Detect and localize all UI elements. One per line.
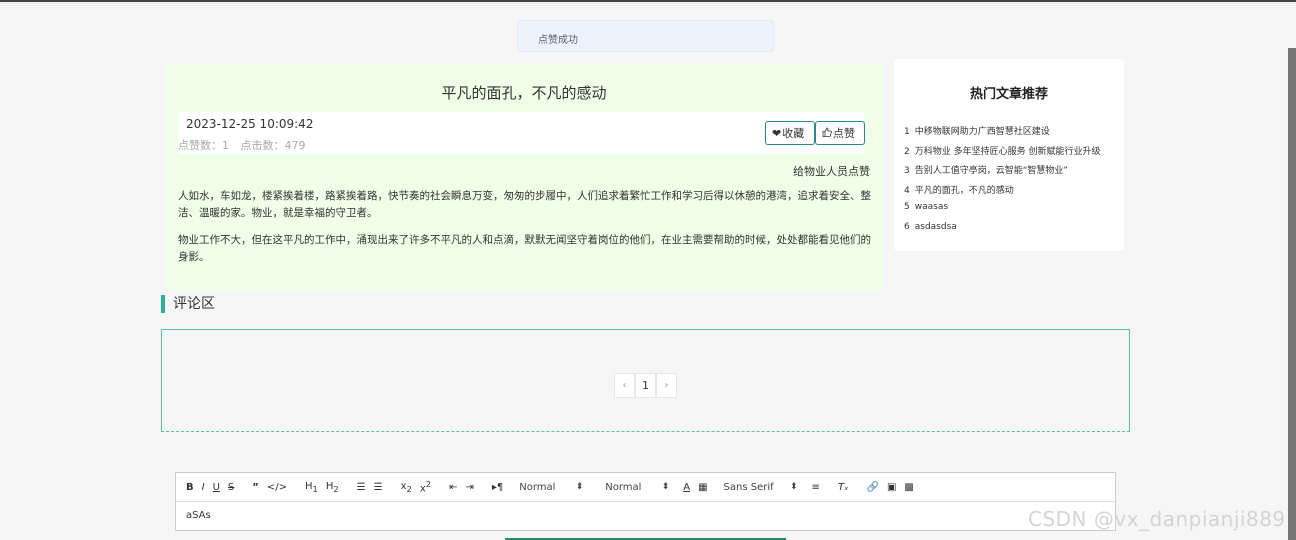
like-count: 点赞数：1: [178, 139, 229, 152]
prev-page-button[interactable]: ‹: [614, 373, 635, 398]
size-select[interactable]: Normal: [605, 482, 675, 493]
article-counts: 点赞数：1 点击数：479: [178, 137, 314, 153]
hot-article-item[interactable]: 2 万科物业 多年坚持匠心服务 创新赋能行业升级: [904, 144, 1100, 164]
favorite-label: 收藏: [782, 127, 805, 140]
superscript-button[interactable]: x2: [420, 479, 431, 494]
hot-article-item[interactable]: 5 waasas: [904, 202, 1100, 222]
font-color-icon[interactable]: A: [683, 482, 690, 493]
article-panel: 平凡的面孔，不凡的感动 2023-12-25 10:09:42 点赞数：1 点击…: [166, 64, 882, 290]
header2-button[interactable]: H2: [326, 481, 339, 494]
hot-articles-title: 热门文章推荐: [969, 87, 1048, 102]
font-select[interactable]: Sans Serif: [724, 482, 804, 493]
article-paragraph: 人如水，车如龙，楼紧挨着楼，路紧挨着路，快节奏的社会瞬息万变，匆匆的步履中，人们…: [178, 190, 871, 219]
subscript-button[interactable]: x2: [401, 481, 412, 494]
underline-button[interactable]: U: [213, 482, 220, 493]
next-page-button[interactable]: ›: [656, 373, 677, 398]
code-block-button[interactable]: </>: [267, 482, 287, 493]
editor-toolbar: B I U S ” </> H1 H2 ☰ ☰ x2 x2 ⇤ ⇥ ▸¶ Nor…: [176, 473, 1115, 502]
header-select[interactable]: Normal: [519, 482, 589, 493]
author-note: 给物业人员点赞: [793, 165, 870, 178]
italic-button[interactable]: I: [202, 482, 205, 493]
text-direction-icon[interactable]: ▸¶: [492, 482, 503, 493]
scrollbar[interactable]: [1288, 48, 1296, 540]
comment-list: ‹ 1 ›: [161, 329, 1130, 432]
ordered-list-icon[interactable]: ☰: [357, 482, 366, 493]
pagination: ‹ 1 ›: [614, 373, 677, 398]
click-count: 点击数：479: [240, 139, 306, 152]
clear-format-icon[interactable]: Tₓ: [838, 482, 849, 493]
blockquote-button[interactable]: ”: [252, 482, 259, 493]
hot-article-item[interactable]: 1 中移物联网助力广西智慧社区建设: [904, 124, 1100, 144]
header1-button[interactable]: H1: [305, 481, 318, 494]
article-date: 2023-12-25 10:09:42: [186, 117, 314, 131]
hot-article-item[interactable]: 6 asdasdsa: [904, 222, 1100, 242]
comment-editor: B I U S ” </> H1 H2 ☰ ☰ x2 x2 ⇤ ⇥ ▸¶ Nor…: [175, 472, 1116, 531]
article-meta-bar: 2023-12-25 10:09:42 点赞数：1 点击数：479 ❤ 收藏 点…: [178, 112, 865, 154]
thumbs-up-icon: [822, 127, 832, 140]
article-paragraph: 物业工作不大，但在这平凡的工作中，涌现出来了许多不平凡的人和点滴，默默无闻坚守着…: [178, 234, 871, 263]
align-icon[interactable]: ≡: [812, 482, 820, 493]
outdent-icon[interactable]: ⇤: [449, 482, 457, 493]
page-number-button[interactable]: 1: [635, 373, 656, 398]
hot-article-item[interactable]: 3 告别人工值守亭岗，云智能“智慧物业”: [904, 163, 1100, 183]
hot-article-item[interactable]: 4 平凡的面孔，不凡的感动: [904, 183, 1100, 203]
like-button[interactable]: 点赞: [815, 121, 865, 145]
comment-section-heading: 评论区: [161, 295, 215, 313]
background-color-icon[interactable]: ▦: [698, 482, 707, 493]
editor-content[interactable]: aSAs: [176, 502, 1115, 529]
like-label: 点赞: [833, 127, 855, 140]
video-icon[interactable]: ▩: [904, 482, 913, 493]
hot-articles-list: 1 中移物联网助力广西智慧社区建设 2 万科物业 多年坚持匠心服务 创新赋能行业升级…: [904, 124, 1100, 242]
toast-message: 点赞成功: [538, 35, 578, 46]
indent-icon[interactable]: ⇥: [465, 482, 473, 493]
article-title: 平凡的面孔，不凡的感动: [441, 84, 607, 102]
favorite-button[interactable]: ❤ 收藏: [765, 121, 815, 145]
image-icon[interactable]: ▣: [887, 482, 896, 493]
success-toast: 点赞成功: [517, 20, 774, 52]
bullet-list-icon[interactable]: ☰: [374, 482, 383, 493]
bold-button[interactable]: B: [186, 482, 194, 493]
link-icon[interactable]: 🔗: [866, 482, 878, 493]
hot-articles-panel: 热门文章推荐 1 中移物联网助力广西智慧社区建设 2 万科物业 多年坚持匠心服务 创…: [894, 59, 1124, 251]
heart-icon: ❤: [772, 126, 782, 140]
watermark: CSDN @vx_danpianji889: [1028, 507, 1286, 531]
strike-button[interactable]: S: [228, 482, 234, 493]
